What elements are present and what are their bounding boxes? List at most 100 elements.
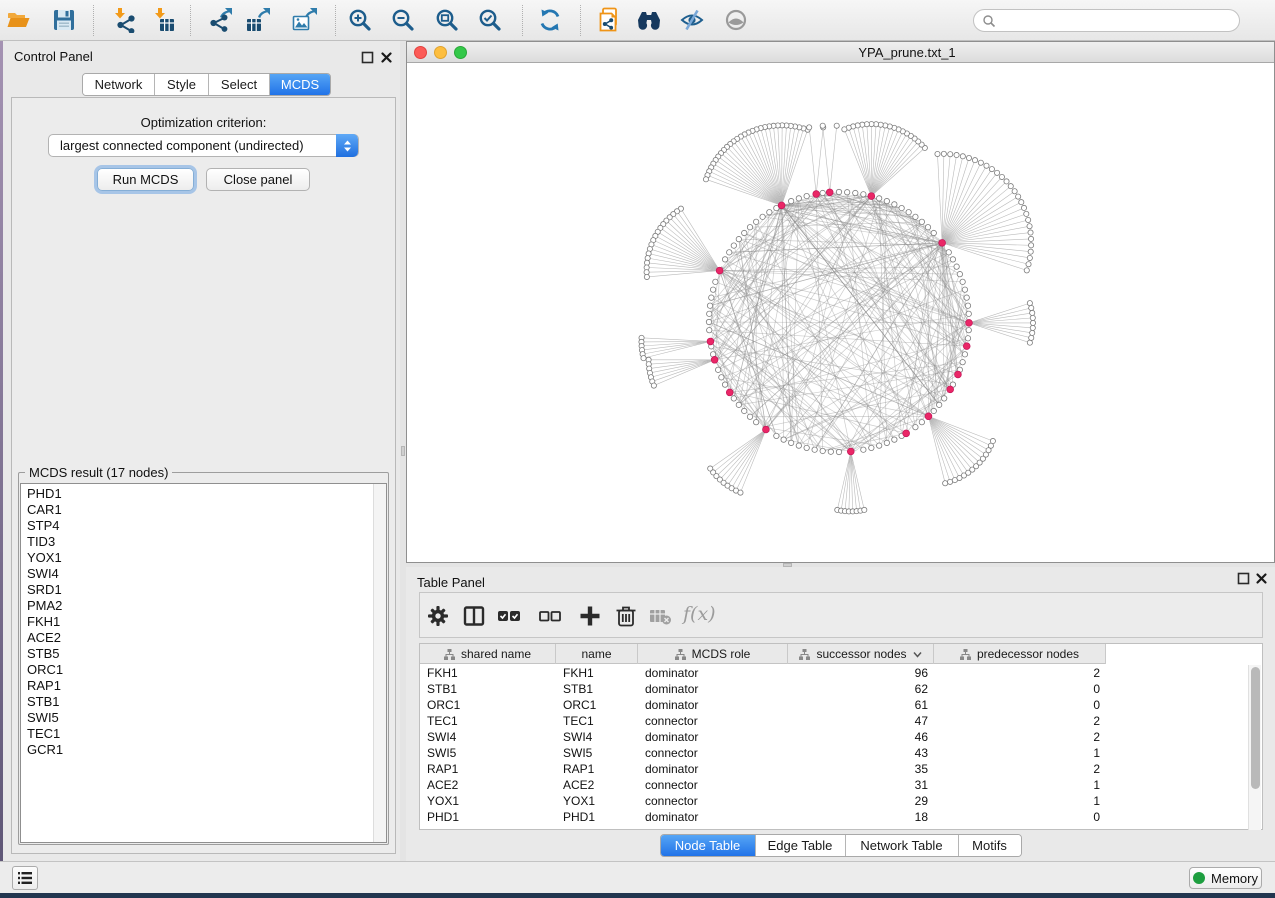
zoom-in-icon[interactable] [347, 7, 373, 33]
cell-name[interactable]: STB1 [556, 681, 638, 697]
cell-successor-nodes[interactable]: 35 [788, 761, 934, 777]
function-builder-icon[interactable]: f(x) [683, 603, 719, 629]
cell-successor-nodes[interactable]: 61 [788, 697, 934, 713]
show-column-icon[interactable] [461, 603, 487, 629]
cell-name[interactable]: ACE2 [556, 777, 638, 793]
cell-successor-nodes[interactable]: 47 [788, 713, 934, 729]
cell-shared-name[interactable]: STB1 [420, 681, 556, 697]
table-row[interactable]: STB1STB1dominator620 [420, 681, 1262, 697]
mcds-result-item[interactable]: SWI4 [27, 566, 386, 582]
cell-successor-nodes[interactable]: 46 [788, 729, 934, 745]
save-session-icon[interactable] [51, 7, 77, 33]
close-panel-button[interactable]: Close panel [206, 168, 310, 191]
table-row[interactable]: SWI4SWI4dominator462 [420, 729, 1262, 745]
tab-mcds[interactable]: MCDS [270, 74, 330, 95]
list-scrollbar[interactable] [373, 484, 386, 842]
import-network-icon[interactable] [111, 7, 137, 33]
close-window-icon[interactable] [414, 46, 427, 59]
tab-select[interactable]: Select [209, 74, 270, 95]
column-header-successor-nodes[interactable]: successor nodes [788, 644, 934, 664]
table-row[interactable]: SWI5SWI5connector431 [420, 745, 1262, 761]
cell-successor-nodes[interactable]: 62 [788, 681, 934, 697]
mcds-result-item[interactable]: STB5 [27, 646, 386, 662]
search-network-icon[interactable] [636, 7, 662, 33]
mcds-result-item[interactable]: GCR1 [27, 742, 386, 758]
cell-name[interactable]: PHD1 [556, 809, 638, 825]
table-scrollbar[interactable] [1248, 665, 1261, 830]
cell-MCDS-role[interactable]: connector [638, 777, 788, 793]
select-all-icon[interactable] [496, 603, 522, 629]
cell-name[interactable]: FKH1 [556, 665, 638, 681]
cell-name[interactable]: ORC1 [556, 697, 638, 713]
cell-successor-nodes[interactable]: 29 [788, 793, 934, 809]
table-row[interactable]: RAP1RAP1dominator352 [420, 761, 1262, 777]
cell-name[interactable]: SWI5 [556, 745, 638, 761]
column-header-name[interactable]: name [556, 644, 638, 664]
cell-successor-nodes[interactable]: 18 [788, 809, 934, 825]
mcds-result-item[interactable]: TEC1 [27, 726, 386, 742]
mcds-result-item[interactable]: SWI5 [27, 710, 386, 726]
cell-predecessor-nodes[interactable]: 1 [934, 793, 1106, 809]
table-row[interactable]: ACE2ACE2connector311 [420, 777, 1262, 793]
mcds-result-item[interactable]: YOX1 [27, 550, 386, 566]
open-file-icon[interactable] [5, 7, 31, 33]
close-table-panel-icon[interactable] [1255, 572, 1268, 585]
maximize-window-icon[interactable] [454, 46, 467, 59]
cell-MCDS-role[interactable]: dominator [638, 809, 788, 825]
cell-successor-nodes[interactable]: 43 [788, 745, 934, 761]
export-table-icon[interactable] [244, 7, 270, 33]
cell-MCDS-role[interactable]: connector [638, 793, 788, 809]
tab-network-table[interactable]: Network Table [846, 835, 959, 856]
cell-predecessor-nodes[interactable]: 2 [934, 713, 1106, 729]
clone-network-icon[interactable] [596, 7, 622, 33]
search-input[interactable] [973, 9, 1240, 32]
mcds-result-item[interactable]: PHD1 [27, 486, 386, 502]
tab-style[interactable]: Style [155, 74, 209, 95]
cell-shared-name[interactable]: PHD1 [420, 809, 556, 825]
mcds-result-item[interactable]: ACE2 [27, 630, 386, 646]
table-options-icon[interactable] [425, 603, 451, 629]
export-network-icon[interactable] [206, 7, 232, 33]
cell-predecessor-nodes[interactable]: 0 [934, 809, 1106, 825]
cell-predecessor-nodes[interactable]: 2 [934, 761, 1106, 777]
tab-edge-table[interactable]: Edge Table [756, 835, 846, 856]
float-panel-icon[interactable] [361, 51, 374, 64]
network-canvas[interactable] [407, 63, 1274, 562]
zoom-selected-icon[interactable] [477, 7, 503, 33]
float-table-panel-icon[interactable] [1237, 572, 1250, 585]
mcds-result-item[interactable]: STB1 [27, 694, 386, 710]
table-row[interactable]: ORC1ORC1dominator610 [420, 697, 1262, 713]
cell-predecessor-nodes[interactable]: 0 [934, 681, 1106, 697]
refresh-icon[interactable] [537, 7, 563, 33]
deselect-all-icon[interactable] [537, 603, 563, 629]
add-row-icon[interactable] [577, 603, 603, 629]
mcds-result-list[interactable]: PHD1CAR1STP4TID3YOX1SWI4SRD1PMA2FKH1ACE2… [20, 483, 387, 843]
mcds-result-item[interactable]: TID3 [27, 534, 386, 550]
mcds-result-item[interactable]: FKH1 [27, 614, 386, 630]
cell-predecessor-nodes[interactable]: 2 [934, 665, 1106, 681]
cell-shared-name[interactable]: ORC1 [420, 697, 556, 713]
tab-node-table[interactable]: Node Table [661, 835, 756, 856]
cell-shared-name[interactable]: SWI4 [420, 729, 556, 745]
table-row[interactable]: TEC1TEC1connector472 [420, 713, 1262, 729]
cell-name[interactable]: YOX1 [556, 793, 638, 809]
mcds-result-item[interactable]: SRD1 [27, 582, 386, 598]
cell-shared-name[interactable]: RAP1 [420, 761, 556, 777]
cell-predecessor-nodes[interactable]: 1 [934, 777, 1106, 793]
mcds-result-item[interactable]: ORC1 [27, 662, 386, 678]
cell-name[interactable]: SWI4 [556, 729, 638, 745]
hide-selected-icon[interactable] [679, 7, 705, 33]
cell-predecessor-nodes[interactable]: 1 [934, 745, 1106, 761]
cell-successor-nodes[interactable]: 96 [788, 665, 934, 681]
column-header-predecessor-nodes[interactable]: predecessor nodes [934, 644, 1106, 664]
table-row[interactable]: YOX1YOX1connector291 [420, 793, 1262, 809]
task-history-button[interactable] [12, 866, 38, 890]
cell-name[interactable]: TEC1 [556, 713, 638, 729]
column-header-shared-name[interactable]: shared name [420, 644, 556, 664]
mcds-result-item[interactable]: STP4 [27, 518, 386, 534]
minimize-window-icon[interactable] [434, 46, 447, 59]
tab-motifs[interactable]: Motifs [959, 835, 1021, 856]
cell-predecessor-nodes[interactable]: 2 [934, 729, 1106, 745]
cell-successor-nodes[interactable]: 31 [788, 777, 934, 793]
cell-shared-name[interactable]: YOX1 [420, 793, 556, 809]
